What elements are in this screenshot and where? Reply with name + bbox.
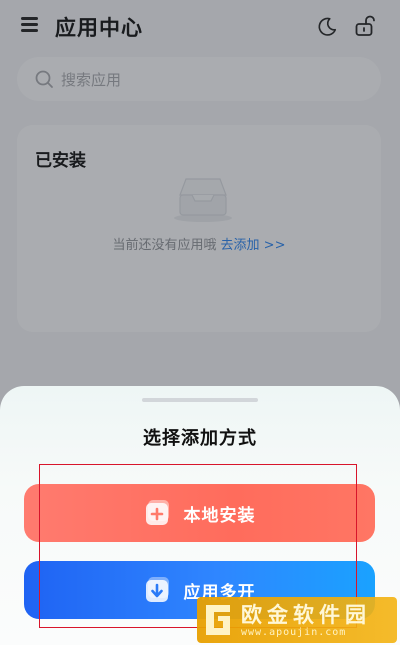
watermark-url: www.apoujin.com bbox=[241, 627, 347, 638]
sheet-title: 选择添加方式 bbox=[143, 428, 257, 449]
sheet-drag-handle[interactable] bbox=[142, 398, 258, 402]
watermark-logo-icon bbox=[206, 605, 230, 635]
watermark-text: 欧金软件园 bbox=[241, 603, 371, 627]
watermark: 欧金软件园 www.apoujin.com bbox=[197, 597, 397, 643]
